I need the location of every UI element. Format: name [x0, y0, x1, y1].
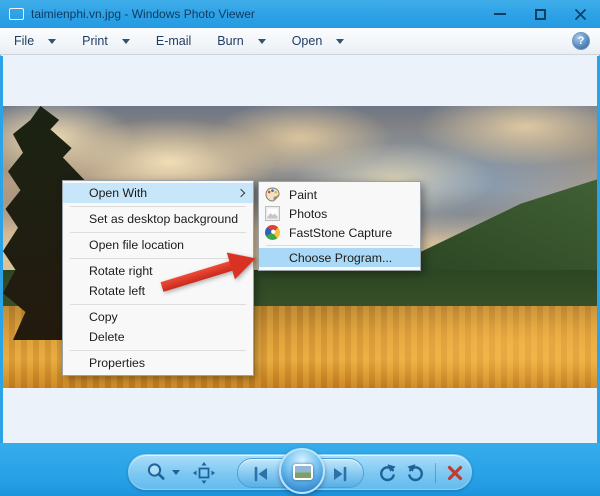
slideshow-thumbnail — [295, 466, 311, 478]
caret-down-icon — [172, 469, 180, 475]
next-button[interactable] — [329, 463, 351, 485]
previous-button[interactable] — [250, 463, 272, 485]
zoom-button[interactable] — [145, 461, 180, 483]
menu-email[interactable]: E-mail — [156, 34, 191, 48]
menu-bar: File Print E-mail Burn Open ? — [0, 28, 600, 55]
menu-open[interactable]: Open — [292, 34, 345, 48]
context-item-label: Delete — [89, 330, 125, 344]
maximize-icon — [534, 8, 546, 20]
window-controls — [480, 0, 600, 28]
caret-down-icon — [48, 38, 57, 44]
minimize-icon — [494, 13, 506, 15]
faststone-icon — [265, 225, 280, 240]
menu-print-label: Print — [82, 34, 108, 48]
menu-separator — [70, 231, 246, 233]
submenu-item-faststone-capture[interactable]: FastStone Capture — [259, 223, 420, 242]
rotate-counterclockwise-button[interactable] — [376, 462, 398, 484]
context-item-delete[interactable]: Delete — [63, 327, 253, 347]
app-icon — [9, 8, 24, 20]
context-item-open-with[interactable]: Open With — [63, 183, 253, 203]
bottom-bar — [0, 443, 600, 496]
magnifier-icon — [147, 463, 165, 480]
open-with-submenu: Paint Photos FastStone Capture Choose Pr… — [258, 181, 421, 271]
context-item-properties[interactable]: Properties — [63, 353, 253, 373]
menu-email-label: E-mail — [155, 34, 192, 48]
context-menu: Open With Set as desktop background Open… — [62, 180, 254, 376]
toolbar-separator — [435, 463, 436, 483]
context-item-label: Rotate right — [89, 264, 153, 278]
photo-viewer-window: taimienphi.vn.jpg - Windows Photo Viewer… — [0, 0, 600, 496]
menu-separator — [70, 303, 246, 305]
rotate-clockwise-button[interactable] — [405, 462, 427, 484]
close-icon — [574, 8, 586, 20]
submenu-item-label: Photos — [289, 206, 328, 221]
previous-icon — [254, 466, 267, 482]
context-item-set-desktop-background[interactable]: Set as desktop background — [63, 209, 253, 229]
context-item-label: Set as desktop background — [89, 212, 239, 226]
menu-separator — [70, 349, 246, 351]
menu-file-label: File — [14, 34, 35, 48]
context-item-label: Copy — [89, 310, 118, 324]
rotate-clockwise-icon — [407, 464, 423, 482]
maximize-button[interactable] — [520, 0, 560, 28]
context-item-label: Open With — [89, 186, 148, 200]
submenu-item-label: Paint — [289, 187, 318, 202]
toolbar — [128, 448, 472, 494]
delete-x-icon — [447, 465, 463, 481]
menu-print[interactable]: Print — [82, 34, 130, 48]
caret-down-icon — [257, 38, 266, 44]
caret-down-icon — [336, 38, 345, 44]
context-item-copy[interactable]: Copy — [63, 307, 253, 327]
context-item-rotate-left[interactable]: Rotate left — [63, 281, 253, 301]
play-slideshow-button[interactable] — [279, 448, 325, 494]
rotate-counterclockwise-icon — [380, 464, 396, 482]
close-button[interactable] — [560, 0, 600, 28]
context-item-open-file-location[interactable]: Open file location — [63, 235, 253, 255]
help-button[interactable]: ? — [572, 32, 590, 50]
submenu-arrow-icon — [236, 188, 246, 198]
actual-size-button[interactable] — [193, 462, 215, 484]
submenu-item-label: Choose Program... — [289, 250, 393, 265]
caret-down-icon — [121, 38, 130, 44]
submenu-item-photos[interactable]: Photos — [259, 204, 420, 223]
window-title: taimienphi.vn.jpg - Windows Photo Viewer — [31, 7, 255, 21]
delete-button[interactable] — [444, 462, 466, 484]
context-item-label: Properties — [89, 356, 146, 370]
menu-file[interactable]: File — [14, 34, 57, 48]
titlebar: taimienphi.vn.jpg - Windows Photo Viewer — [0, 0, 600, 28]
submenu-item-choose-program[interactable]: Choose Program... — [259, 248, 420, 267]
help-icon: ? — [577, 35, 585, 47]
minimize-button[interactable] — [480, 0, 520, 28]
photos-icon — [265, 206, 280, 221]
next-icon — [334, 466, 347, 482]
context-item-label: Open file location — [89, 238, 185, 252]
submenu-item-paint[interactable]: Paint — [259, 185, 420, 204]
menu-separator — [266, 244, 413, 246]
actual-size-icon — [193, 462, 215, 484]
menu-separator — [70, 205, 246, 207]
menu-open-label: Open — [291, 34, 323, 48]
submenu-item-label: FastStone Capture — [289, 225, 393, 240]
menu-burn[interactable]: Burn — [217, 34, 266, 48]
blank-icon-gutter — [265, 250, 280, 265]
context-item-label: Rotate left — [89, 284, 146, 298]
menu-burn-label: Burn — [217, 34, 244, 48]
menu-separator — [70, 257, 246, 259]
slideshow-icon — [293, 464, 313, 480]
paint-icon — [265, 187, 280, 202]
